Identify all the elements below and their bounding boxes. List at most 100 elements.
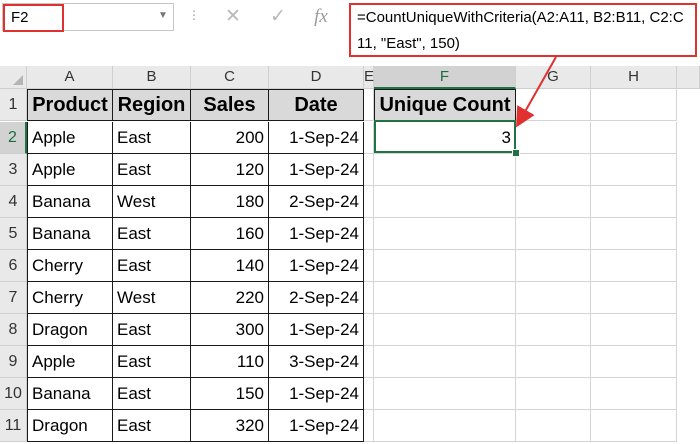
empty-cell[interactable] (516, 122, 591, 154)
table-header-cell[interactable]: Sales (191, 89, 269, 121)
empty-cell[interactable] (364, 154, 374, 186)
table-cell[interactable]: East (113, 122, 191, 154)
column-header-d[interactable]: D (269, 66, 364, 89)
column-header-c[interactable]: C (191, 66, 269, 89)
cancel-icon[interactable]: ✕ (222, 6, 244, 28)
empty-cell[interactable] (364, 314, 374, 346)
table-cell[interactable]: 320 (191, 410, 269, 442)
table-cell[interactable]: 1-Sep-24 (269, 314, 364, 346)
empty-cell[interactable] (516, 314, 591, 346)
row-header-7[interactable]: 7 (0, 282, 27, 314)
table-cell[interactable]: East (113, 410, 191, 442)
formula-input[interactable]: =CountUniqueWithCriteria(A2:A11, B2:B11,… (349, 3, 697, 57)
table-cell[interactable]: Apple (27, 122, 113, 154)
empty-cell[interactable] (516, 218, 591, 250)
table-cell[interactable]: Cherry (27, 282, 113, 314)
table-cell[interactable]: 1-Sep-24 (269, 250, 364, 282)
table-cell[interactable]: 1-Sep-24 (269, 218, 364, 250)
column-header-h[interactable]: H (591, 66, 677, 89)
table-cell[interactable]: Banana (27, 186, 113, 218)
table-cell[interactable]: 180 (191, 186, 269, 218)
empty-cell[interactable] (374, 314, 516, 346)
table-cell[interactable]: 1-Sep-24 (269, 378, 364, 410)
empty-cell[interactable] (516, 250, 591, 282)
empty-cell[interactable] (591, 282, 677, 314)
select-all-corner[interactable] (0, 66, 27, 89)
table-cell[interactable]: 160 (191, 218, 269, 250)
table-cell[interactable]: East (113, 314, 191, 346)
table-cell[interactable]: East (113, 218, 191, 250)
empty-cell[interactable] (374, 218, 516, 250)
row-header-9[interactable]: 9 (0, 346, 27, 378)
empty-cell[interactable] (591, 346, 677, 378)
empty-cell[interactable] (591, 154, 677, 186)
empty-cell[interactable] (364, 410, 374, 442)
empty-cell[interactable] (516, 378, 591, 410)
empty-cell[interactable] (516, 186, 591, 218)
row-header-1[interactable]: 1 (0, 89, 27, 121)
empty-cell[interactable] (591, 122, 677, 154)
row-header-8[interactable]: 8 (0, 314, 27, 346)
table-cell[interactable]: 110 (191, 346, 269, 378)
empty-cell[interactable] (591, 410, 677, 442)
chevron-down-icon[interactable]: ▼ (158, 10, 168, 21)
empty-cell[interactable] (364, 186, 374, 218)
row-header-10[interactable]: 10 (0, 378, 27, 410)
column-header-e[interactable]: E (364, 66, 374, 89)
empty-cell[interactable] (516, 282, 591, 314)
table-cell[interactable]: Cherry (27, 250, 113, 282)
fill-handle[interactable] (512, 149, 520, 157)
table-cell[interactable]: Dragon (27, 314, 113, 346)
table-cell[interactable]: 300 (191, 314, 269, 346)
table-cell[interactable]: West (113, 282, 191, 314)
empty-cell[interactable] (591, 378, 677, 410)
table-cell[interactable]: 1-Sep-24 (269, 410, 364, 442)
result-value-cell[interactable]: 3 (374, 122, 516, 154)
empty-cell[interactable] (516, 154, 591, 186)
empty-cell[interactable] (364, 218, 374, 250)
empty-cell[interactable] (516, 410, 591, 442)
table-cell[interactable]: 2-Sep-24 (269, 282, 364, 314)
table-cell[interactable]: 120 (191, 154, 269, 186)
table-header-cell[interactable]: Product (27, 89, 113, 121)
empty-cell[interactable] (374, 378, 516, 410)
row-header-11[interactable]: 11 (0, 410, 27, 442)
table-cell[interactable]: 1-Sep-24 (269, 122, 364, 154)
table-cell[interactable]: 1-Sep-24 (269, 154, 364, 186)
empty-cell[interactable] (374, 282, 516, 314)
empty-cell[interactable] (591, 218, 677, 250)
table-cell[interactable]: Banana (27, 378, 113, 410)
enter-icon[interactable]: ✓ (267, 6, 289, 28)
empty-cell[interactable] (374, 250, 516, 282)
column-header-b[interactable]: B (113, 66, 191, 89)
table-header-cell[interactable]: Date (269, 89, 364, 121)
empty-cell[interactable] (364, 282, 374, 314)
column-header-f[interactable]: F (374, 66, 516, 89)
table-cell[interactable]: West (113, 186, 191, 218)
empty-cell[interactable] (364, 122, 374, 154)
table-cell[interactable]: 3-Sep-24 (269, 346, 364, 378)
empty-cell[interactable] (374, 410, 516, 442)
empty-cell[interactable] (364, 346, 374, 378)
table-cell[interactable]: East (113, 378, 191, 410)
table-cell[interactable]: East (113, 154, 191, 186)
table-cell[interactable]: 220 (191, 282, 269, 314)
table-cell[interactable]: Apple (27, 154, 113, 186)
table-header-cell[interactable]: Region (113, 89, 191, 121)
empty-cell[interactable] (374, 186, 516, 218)
table-cell[interactable]: Apple (27, 346, 113, 378)
insert-function-icon[interactable]: fx (310, 6, 332, 28)
empty-cell[interactable] (516, 89, 591, 121)
empty-cell[interactable] (364, 89, 374, 121)
row-header-6[interactable]: 6 (0, 250, 27, 282)
empty-cell[interactable] (591, 250, 677, 282)
empty-cell[interactable] (591, 186, 677, 218)
empty-cell[interactable] (516, 346, 591, 378)
empty-cell[interactable] (591, 89, 677, 121)
table-cell[interactable]: East (113, 346, 191, 378)
row-header-2[interactable]: 2 (0, 122, 27, 154)
table-cell[interactable]: East (113, 250, 191, 282)
table-cell[interactable]: 150 (191, 378, 269, 410)
table-cell[interactable]: Dragon (27, 410, 113, 442)
table-cell[interactable]: 200 (191, 122, 269, 154)
